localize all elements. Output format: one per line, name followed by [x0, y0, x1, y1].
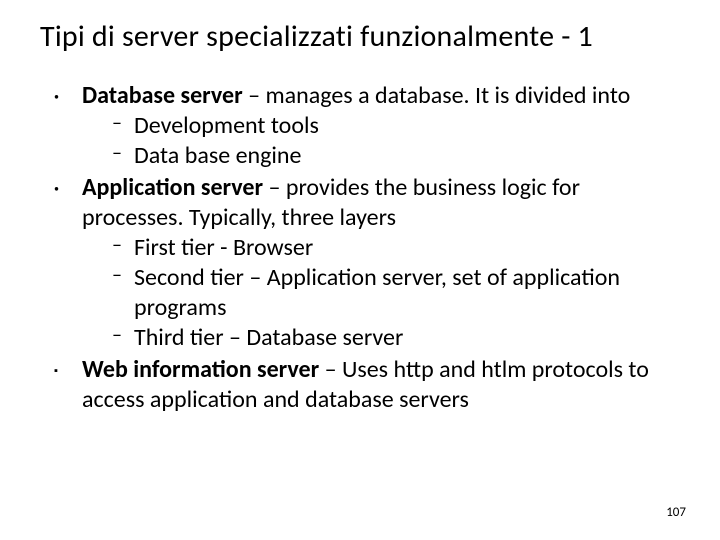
slide-title: Tipi di server specializzati funzionalme…	[40, 18, 690, 55]
item-bold: Application server	[82, 173, 263, 202]
sub-item: Development tools	[112, 111, 680, 141]
sub-item: First tier - Browser	[112, 233, 680, 263]
sub-list: Development tools Data base engine	[82, 111, 680, 171]
slide: Tipi di server specializzati funzionalme…	[0, 0, 720, 540]
item-bold: Web information server	[82, 355, 319, 384]
sub-item: Second tier – Application server, set of…	[112, 263, 680, 323]
item-rest: – manages a database. It is divided into	[243, 81, 631, 110]
sub-item: Data base engine	[112, 141, 680, 171]
list-item: Application server – provides the busine…	[40, 173, 680, 353]
list-item: Database server – manages a database. It…	[40, 81, 680, 171]
content-list: Database server – manages a database. It…	[40, 81, 690, 415]
page-number: 107	[666, 505, 686, 520]
sub-item: Third tier – Database server	[112, 323, 680, 353]
list-item: Web information server – Uses http and h…	[40, 355, 680, 415]
sub-list: First tier - Browser Second tier – Appli…	[82, 233, 680, 353]
item-bold: Database server	[82, 81, 243, 110]
